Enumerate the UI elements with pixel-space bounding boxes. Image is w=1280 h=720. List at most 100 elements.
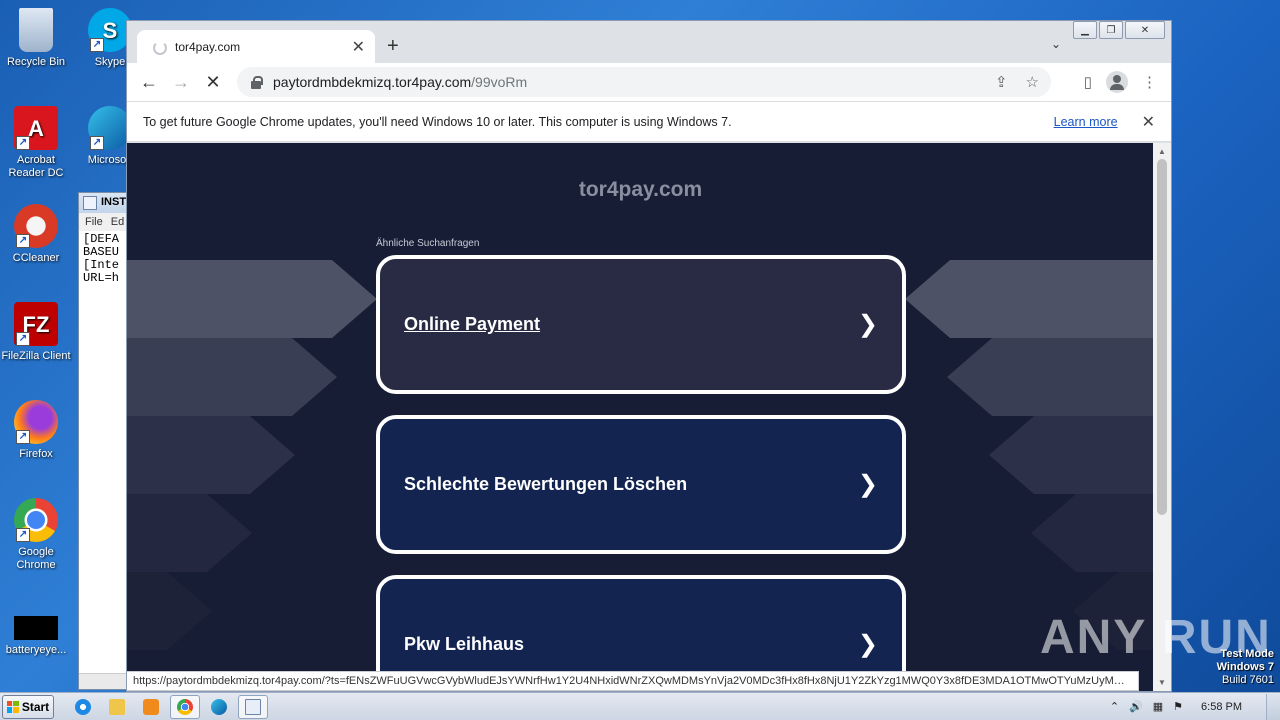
decor-chevron-left <box>127 260 377 338</box>
lock-icon[interactable] <box>249 75 263 89</box>
desktop-icon-label: batteryeye... <box>5 644 67 656</box>
url-path: /99voRm <box>471 74 528 90</box>
notepad-hscrollbar[interactable] <box>79 673 129 689</box>
notepad-window[interactable]: INST File Ed [DEFA BASEU [Inte URL=h <box>78 192 130 690</box>
back-button[interactable]: ← <box>135 68 163 96</box>
notepad-titlebar[interactable]: INST <box>79 193 129 213</box>
desktop-icon-firefox[interactable]: ↗ Firefox <box>0 400 72 461</box>
browser-tab[interactable]: tor4pay.com ✕ <box>137 30 375 63</box>
share-icon[interactable]: ⇪ <box>995 73 1008 91</box>
related-link-bewertungen[interactable]: Schlechte Bewertungen Löschen ❯ <box>376 415 906 554</box>
decor-chevron-left <box>127 416 295 494</box>
scroll-down-icon[interactable]: ▼ <box>1158 678 1166 687</box>
edge-icon <box>211 698 227 715</box>
ccleaner-icon: ↗ <box>14 204 58 248</box>
decor-chevron-left <box>127 494 252 572</box>
desktop-icon-filezilla[interactable]: FZ ↗ FileZilla Client <box>0 302 72 363</box>
taskbar-ie[interactable] <box>68 695 98 719</box>
desktop-icon-label: Skype <box>94 56 126 68</box>
test-mode-line: Build 7601 <box>1222 674 1274 686</box>
desktop-icon-label: Recycle Bin <box>6 56 66 68</box>
system-tray: ⌃ 🔊 ▦ ⚑ 6:58 PM <box>1110 700 1266 714</box>
shortcut-arrow-icon: ↗ <box>16 136 30 150</box>
infobar-close-icon[interactable]: ✕ <box>1142 112 1155 132</box>
shortcut-arrow-icon: ↗ <box>16 528 30 542</box>
tab-title: tor4pay.com <box>175 39 241 54</box>
decor-chevron-left <box>127 572 212 650</box>
test-mode-line: Windows 7 <box>1216 661 1274 673</box>
chrome-window[interactable]: ▁ ❐ ✕ tor4pay.com ✕ + ⌄ ← → ✕ paytordmbd… <box>126 20 1172 692</box>
stop-loading-button[interactable]: ✕ <box>199 68 227 96</box>
related-link-label: Online Payment <box>404 314 541 334</box>
notepad-menu-file[interactable]: File <box>85 216 103 228</box>
browser-toolbar: ← → ✕ paytordmbdekmizq.tor4pay.com/99voR… <box>127 63 1171 101</box>
window-controls: ▁ ❐ ✕ <box>1073 21 1165 39</box>
desktop-icon-ccleaner[interactable]: ↗ CCleaner <box>0 204 72 265</box>
tab-close-icon[interactable]: ✕ <box>352 37 365 57</box>
desktop-icon-label: CCleaner <box>12 252 60 264</box>
taskbar-edge[interactable] <box>204 695 234 719</box>
desktop-icon-label: FileZilla Client <box>1 350 71 362</box>
chrome-menu-icon[interactable]: ⋮ <box>1142 73 1157 91</box>
related-link-label: Pkw Leihhaus <box>404 634 525 654</box>
taskbar-notepad[interactable] <box>238 694 268 719</box>
notepad-menu-edit[interactable]: Ed <box>111 216 124 228</box>
chevron-right-icon: ❯ <box>857 311 878 338</box>
tray-expand-icon[interactable]: ⌃ <box>1110 700 1119 713</box>
related-link-online-payment[interactable]: Online Payment ❯ <box>376 255 906 394</box>
new-tab-button[interactable]: + <box>387 35 399 58</box>
learn-more-link[interactable]: Learn more <box>1054 115 1118 129</box>
notepad-line: URL=h <box>83 271 120 285</box>
taskbar-chrome[interactable] <box>170 694 200 719</box>
url-host: paytordmbdekmizq.tor4pay.com <box>273 74 472 90</box>
taskbar-explorer[interactable] <box>102 695 132 719</box>
decor-chevron-right <box>947 338 1154 416</box>
desktop-icon-chrome[interactable]: ↗ Google Chrome <box>0 498 72 572</box>
recycle-bin-icon <box>19 8 53 52</box>
desktop-icon-recycle-bin[interactable]: Recycle Bin <box>0 8 72 69</box>
chrome-icon: ↗ <box>14 498 58 542</box>
forward-button[interactable]: → <box>167 68 195 96</box>
test-mode-line: Test Mode <box>1220 648 1274 660</box>
shortcut-arrow-icon: ↗ <box>90 38 104 52</box>
bookmark-star-icon[interactable]: ☆ <box>1026 73 1039 91</box>
notepad-text[interactable]: [DEFA BASEU [Inte URL=h <box>79 231 129 287</box>
page-scrollbar[interactable]: ▲ ▼ <box>1153 143 1171 691</box>
desktop-icon-acrobat[interactable]: A ↗ Acrobat Reader DC <box>0 106 72 180</box>
desktop-icon-label: Firefox <box>19 448 53 460</box>
close-window-button[interactable]: ✕ <box>1125 21 1165 39</box>
related-link-label: Schlechte Bewertungen Löschen <box>404 474 688 494</box>
decor-chevron-right <box>989 416 1154 494</box>
batteryeye-icon <box>14 616 58 640</box>
profile-avatar-icon[interactable] <box>1106 71 1128 93</box>
decor-chevron-left <box>127 338 337 416</box>
scroll-up-icon[interactable]: ▲ <box>1158 147 1166 156</box>
scrollbar-thumb[interactable] <box>1157 159 1167 515</box>
network-icon[interactable]: ▦ <box>1153 700 1163 713</box>
volume-icon[interactable]: 🔊 <box>1129 700 1143 713</box>
side-panel-icon[interactable]: ▯ <box>1084 73 1092 91</box>
taskbar-clock[interactable]: 6:58 PM <box>1201 701 1242 713</box>
status-bar-url: https://paytordmbdekmizq.tor4pay.com/?ts… <box>127 671 1139 691</box>
address-bar[interactable]: paytordmbdekmizq.tor4pay.com/99voRm ⇪ ☆ <box>237 67 1051 97</box>
desktop-icon-label: Acrobat Reader DC <box>8 154 64 179</box>
start-button[interactable]: Start <box>2 694 54 719</box>
taskbar-media-player[interactable] <box>136 695 166 719</box>
tab-search-chevron-icon[interactable]: ⌄ <box>1051 37 1061 51</box>
start-label: Start <box>21 699 50 714</box>
action-center-flag-icon[interactable]: ⚑ <box>1173 700 1183 713</box>
page-viewport: tor4pay.com Ähnliche Suchanfragen Online… <box>127 143 1154 691</box>
infobar-message: To get future Google Chrome updates, you… <box>143 114 732 129</box>
shortcut-arrow-icon: ↗ <box>16 430 30 444</box>
shortcut-arrow-icon: ↗ <box>90 136 104 150</box>
site-title: tor4pay.com <box>578 178 703 201</box>
notepad-icon <box>245 698 261 715</box>
show-desktop-button[interactable] <box>1266 693 1280 720</box>
desktop-icon-batteryeye[interactable]: batteryeye... <box>0 616 72 657</box>
chrome-icon <box>177 698 193 715</box>
taskbar: Start ⌃ 🔊 ▦ ⚑ 6:58 PM <box>0 692 1280 720</box>
decor-chevron-right <box>1031 494 1154 572</box>
chevron-right-icon: ❯ <box>857 631 878 658</box>
minimize-button[interactable]: ▁ <box>1073 21 1097 39</box>
restore-button[interactable]: ❐ <box>1099 21 1123 39</box>
